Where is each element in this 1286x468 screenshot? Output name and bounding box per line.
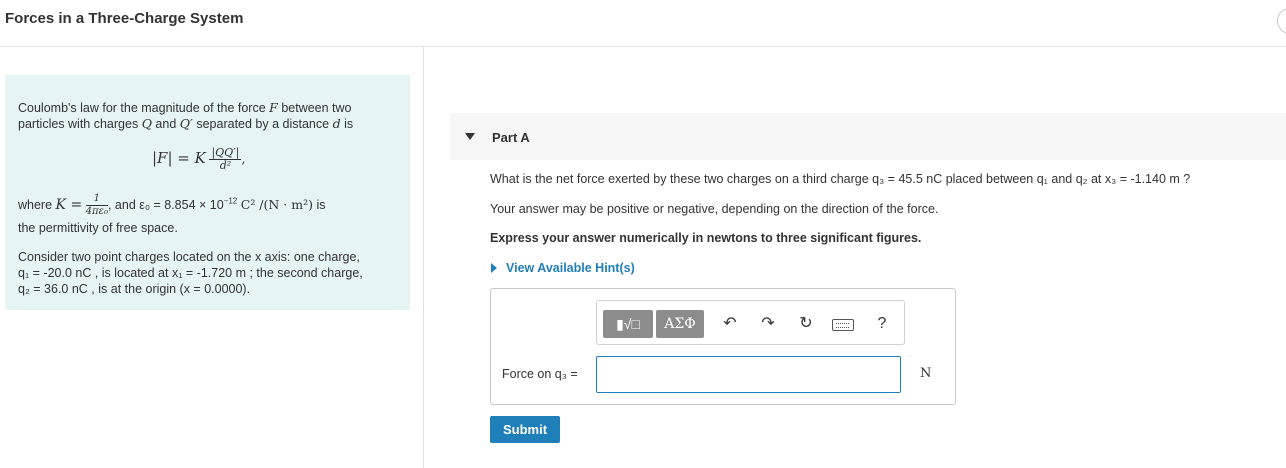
unit-label: N: [920, 366, 932, 381]
redo-icon[interactable]: ↷: [758, 313, 778, 335]
help-icon[interactable]: ?: [872, 313, 892, 335]
intro-line-5: q₂ = 36.0 nC , is at the origin (x = 0.0…: [18, 282, 251, 296]
intro-line-4: q₁ = -20.0 nC , is located at x₁ = -1.72…: [18, 266, 363, 280]
intro-line-2: particles with charges Q and Q′ separate…: [18, 116, 354, 131]
intro-line-permittivity: the permittivity of free space.: [18, 221, 178, 235]
intro-panel: Coulomb's law for the magnitude of the f…: [5, 75, 410, 310]
undo-icon[interactable]: ↶: [720, 313, 740, 335]
reset-icon[interactable]: ↻: [796, 313, 816, 335]
menu-circle-button[interactable]: [1277, 8, 1286, 34]
intro-line-where: where K = 1 4πε₀ , and ε₀ = 8.854 × 10−1…: [18, 193, 326, 217]
question-text: What is the net force exerted by these t…: [490, 172, 1191, 186]
answer-instructions: Express your answer numerically in newto…: [490, 231, 922, 245]
force-answer-input[interactable]: [596, 356, 901, 393]
view-hints-link[interactable]: View Available Hint(s): [506, 261, 635, 275]
intro-line-1: Coulomb's law for the magnitude of the f…: [18, 100, 352, 115]
answer-sign-note: Your answer may be positive or negative,…: [490, 202, 939, 216]
submit-button[interactable]: Submit: [490, 416, 560, 443]
keyboard-icon[interactable]: [832, 319, 854, 331]
part-a-header[interactable]: [450, 113, 1286, 160]
column-divider: [423, 47, 424, 468]
collapse-caret-icon[interactable]: [465, 133, 475, 140]
intro-line-3: Consider two point charges located on th…: [18, 250, 360, 264]
page-header: Forces in a Three-Charge System: [0, 0, 1286, 47]
force-input-label: Force on q₃ =: [502, 367, 578, 381]
hint-expand-icon[interactable]: [491, 263, 497, 273]
symbols-button[interactable]: ΑΣΦ: [656, 310, 704, 338]
templates-button[interactable]: ▮√□: [603, 310, 653, 338]
part-a-label: Part A: [492, 130, 530, 145]
page-title: Forces in a Three-Charge System: [5, 10, 244, 27]
coulomb-formula: |F| = K |QQ′| d² ,: [152, 146, 246, 172]
